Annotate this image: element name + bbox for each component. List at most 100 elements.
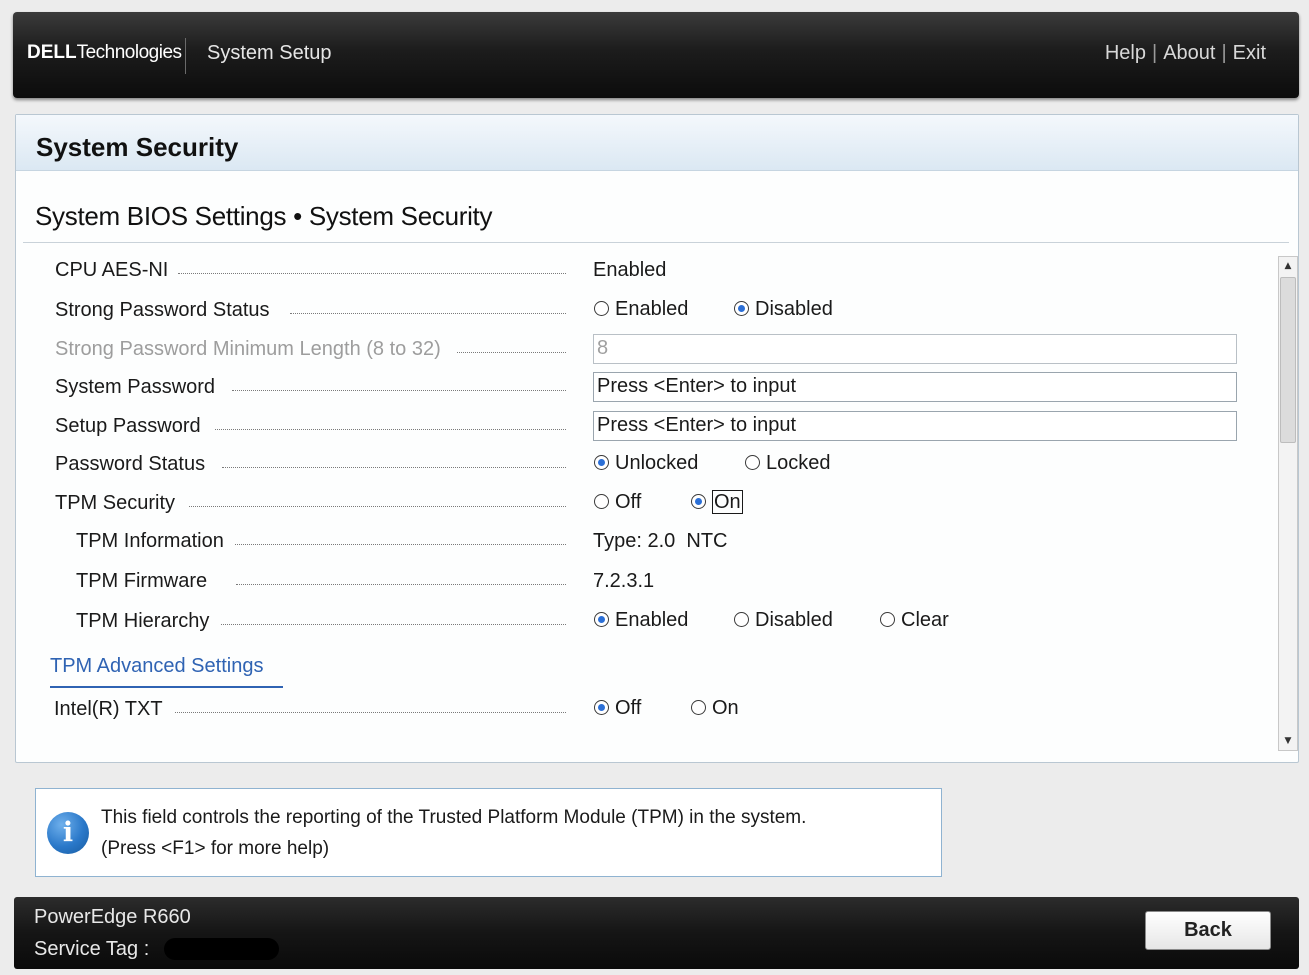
setting-row-strong-password-min-length: Strong Password Minimum Length (8 to 32)… [16, 334, 1271, 364]
leader-dots [290, 313, 566, 314]
radio-selected-icon [691, 494, 706, 509]
setting-label: Setup Password [55, 415, 201, 437]
help-text: This field controls the reporting of the… [101, 802, 806, 864]
logo-technologies-text: Technologies [76, 42, 182, 63]
setting-row-cpu-aes-ni: CPU AES-NI Enabled [16, 255, 1271, 285]
top-nav: Help | About | Exit [1105, 42, 1266, 65]
setting-label: TPM Security [55, 492, 176, 514]
leader-dots [232, 390, 566, 391]
intel-txt-off-radio[interactable]: Off [594, 697, 641, 720]
service-tag-redacted [164, 938, 279, 960]
system-model: PowerEdge R660 [34, 906, 191, 928]
link-underline [50, 686, 283, 688]
radio-label-focused: On [712, 490, 743, 514]
radio-selected-icon [734, 301, 749, 316]
radio-label: Clear [901, 609, 949, 631]
radio-label: Off [615, 697, 642, 719]
back-button[interactable]: Back [1145, 911, 1271, 950]
help-link[interactable]: Help [1105, 42, 1146, 64]
strong-password-disabled-radio[interactable]: Disabled [734, 298, 833, 321]
nav-separator: | [1221, 42, 1227, 64]
setting-row-tpm-information: TPM Information Type: 2.0 NTC [16, 526, 1271, 556]
setting-label: Password Status [55, 453, 206, 475]
strong-password-enabled-radio[interactable]: Enabled [594, 298, 688, 321]
tpm-hierarchy-enabled-radio[interactable]: Enabled [594, 609, 688, 632]
tpm-security-on-radio[interactable]: On [691, 490, 743, 514]
header-divider [185, 38, 186, 74]
exit-link[interactable]: Exit [1233, 42, 1266, 64]
service-tag-label: Service Tag : [34, 938, 150, 960]
setting-row-password-status: Password Status Unlocked Locked [16, 449, 1271, 479]
vertical-scrollbar[interactable]: ▲ ▼ [1278, 256, 1298, 751]
setting-label: TPM Information [76, 530, 224, 552]
leader-dots [457, 352, 566, 353]
app-title: System Setup [207, 42, 332, 64]
tpm-hierarchy-disabled-radio[interactable]: Disabled [734, 609, 833, 632]
radio-selected-icon [594, 700, 609, 715]
leader-dots [215, 429, 566, 430]
radio-selected-icon [594, 455, 609, 470]
radio-unselected-icon [745, 455, 760, 470]
setting-row-intel-txt: Intel(R) TXT Off On [16, 694, 1271, 724]
leader-dots [235, 544, 566, 545]
scroll-up-arrow-icon[interactable]: ▲ [1279, 257, 1297, 275]
tpm-hierarchy-clear-radio[interactable]: Clear [880, 609, 949, 632]
intel-txt-on-radio[interactable]: On [691, 697, 739, 720]
setting-row-strong-password-status: Strong Password Status Enabled Disabled [16, 295, 1271, 325]
strong-password-min-length-field: 8 [593, 334, 1237, 364]
dell-technologies-logo: DELLTechnologies [27, 42, 182, 64]
radio-label: Off [615, 491, 642, 513]
leader-dots [175, 712, 566, 713]
help-description-box: i This field controls the reporting of t… [35, 788, 942, 877]
tpm-advanced-settings-link[interactable]: TPM Advanced Settings [50, 655, 263, 678]
radio-unselected-icon [880, 612, 895, 627]
setting-row-tpm-hierarchy: TPM Hierarchy Enabled Disabled Clear [16, 606, 1271, 636]
radio-label: Enabled [615, 609, 689, 631]
radio-unselected-icon [734, 612, 749, 627]
radio-unselected-icon [594, 301, 609, 316]
leader-dots [189, 506, 566, 507]
radio-label: Unlocked [615, 452, 699, 474]
scrollbar-thumb[interactable] [1280, 277, 1296, 443]
radio-label: On [712, 697, 739, 719]
tpm-security-off-radio[interactable]: Off [594, 491, 641, 514]
password-status-unlocked-radio[interactable]: Unlocked [594, 452, 698, 475]
radio-label: Enabled [615, 298, 689, 320]
nav-separator: | [1151, 42, 1158, 64]
scroll-down-arrow-icon[interactable]: ▼ [1279, 732, 1297, 750]
system-password-field[interactable]: Press <Enter> to input [593, 372, 1237, 402]
radio-label: Locked [766, 452, 831, 474]
top-bar: DELLTechnologies System Setup Help | About… [13, 12, 1299, 98]
leader-dots [222, 467, 566, 468]
setting-row-tpm-firmware: TPM Firmware 7.2.3.1 [16, 566, 1271, 596]
leader-dots [221, 624, 566, 625]
leader-dots [236, 584, 566, 585]
logo-dell-text: DELL [27, 42, 77, 63]
setting-label: CPU AES-NI [55, 259, 169, 281]
cpu-aes-ni-value: Enabled [593, 259, 667, 281]
leader-dots [178, 273, 566, 274]
setting-row-tpm-security: TPM Security Off On [16, 488, 1271, 518]
setting-row-setup-password: Setup Password Press <Enter> to input [16, 411, 1271, 441]
help-line: This field controls the reporting of the… [101, 807, 807, 828]
setting-label: Intel(R) TXT [54, 698, 163, 720]
info-icon: i [47, 812, 89, 854]
radio-unselected-icon [691, 700, 706, 715]
setup-password-field[interactable]: Press <Enter> to input [593, 411, 1237, 441]
setting-label: TPM Firmware [76, 570, 208, 592]
tpm-firmware-value: 7.2.3.1 [593, 570, 655, 592]
settings-panel: System Security System BIOS Settings • S… [15, 114, 1299, 763]
setting-label: System Password [55, 376, 216, 398]
help-line: (Press <F1> for more help) [101, 838, 330, 859]
tpm-information-value: Type: 2.0 NTC [593, 530, 728, 552]
setting-row-system-password: System Password Press <Enter> to input [16, 372, 1271, 402]
radio-selected-icon [594, 612, 609, 627]
radio-label: Disabled [755, 609, 833, 631]
password-status-locked-radio[interactable]: Locked [745, 452, 831, 475]
footer-bar: PowerEdge R660 Service Tag : Back [14, 897, 1299, 969]
radio-label: Disabled [755, 298, 833, 320]
settings-list: CPU AES-NI Enabled Strong Password Statu… [16, 115, 1298, 762]
setting-label: Strong Password Minimum Length (8 to 32) [55, 338, 441, 360]
about-link[interactable]: About [1163, 42, 1215, 64]
setting-label: Strong Password Status [55, 299, 270, 321]
